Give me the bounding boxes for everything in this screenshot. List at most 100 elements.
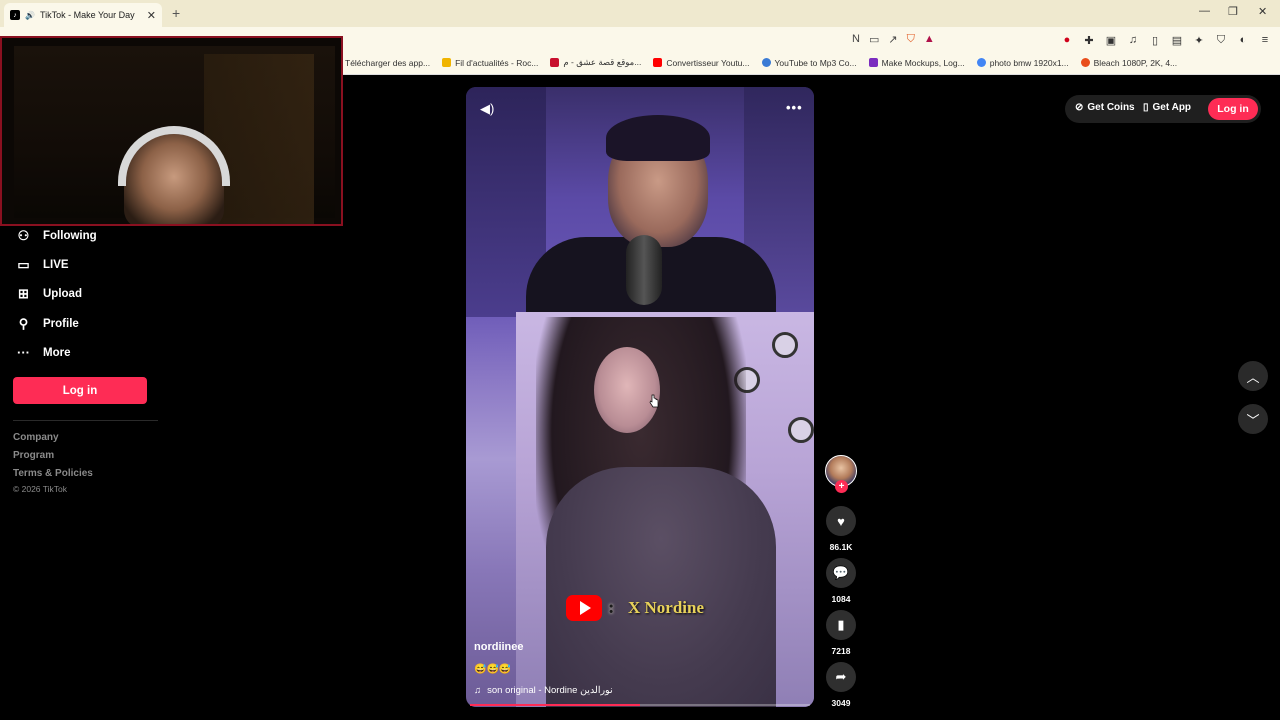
bookmark-icon: ▮ <box>837 617 845 632</box>
sidebar-icon[interactable]: ▯ <box>1148 33 1162 47</box>
coin-icon: ⊘ <box>1075 102 1084 113</box>
footer-link-terms[interactable]: Terms & Policies <box>13 468 93 479</box>
sidebar-item-profile[interactable]: ⚲ Profile <box>16 316 79 331</box>
close-window-button[interactable]: ✕ <box>1258 5 1267 18</box>
bookmark-item[interactable]: موقع قصة عشق - م... <box>550 57 641 68</box>
upload-icon: ⊞ <box>18 285 29 301</box>
browser-tabstrip <box>0 0 1280 27</box>
chevron-down-icon: ﹀ <box>1246 412 1260 428</box>
extension-icons: ● ✚ ▣ ♫ ▯ ▤ ✦ ⛉ ◐ ≡ <box>1060 33 1272 47</box>
get-app-label: Get App <box>1152 102 1192 113</box>
previous-video-button[interactable]: ︿ <box>1238 361 1268 391</box>
webcam-feed <box>14 46 335 224</box>
extension-icon[interactable]: ▣ <box>1104 33 1118 47</box>
sidebar-item-live[interactable]: ▭ LIVE <box>16 256 69 272</box>
heart-icon: ♥ <box>837 513 845 529</box>
phone-icon: ▯ <box>1143 102 1149 113</box>
tab-close-icon[interactable]: ✕ <box>147 9 156 22</box>
save-button[interactable]: ▮ <box>826 610 856 640</box>
sidebar-item-label: Profile <box>43 317 79 330</box>
video-scene-face <box>594 347 660 433</box>
more-options-icon[interactable]: ••• <box>786 100 803 115</box>
cast-icon[interactable]: ▭ <box>869 33 879 46</box>
share-arrow-icon: ➦ <box>835 669 847 684</box>
sidebar-item-label: Following <box>43 229 97 242</box>
comment-count: 1084 <box>831 594 851 604</box>
video-scene-clock <box>772 332 798 358</box>
sidebar-item-following[interactable]: ⚇ Following <box>16 228 97 243</box>
toolbar-actions: N ▭ ↗ ⛉ ▲ <box>852 33 935 46</box>
next-video-button[interactable]: ﹀ <box>1238 404 1268 434</box>
video-scene-microphone <box>626 235 662 305</box>
sidebar-item-label: Upload <box>43 287 82 300</box>
volume-icon[interactable]: ◀) <box>480 101 494 117</box>
more-icon: ··· <box>17 345 30 360</box>
new-tab-button[interactable]: + <box>172 5 180 21</box>
hand-cursor-icon <box>649 394 659 408</box>
vpn-icon[interactable]: ⛉ <box>1214 33 1228 47</box>
footer-link-program[interactable]: Program <box>13 450 54 461</box>
share-button[interactable]: ➦ <box>826 662 856 692</box>
overlay-channel-name: X Nordine <box>628 598 705 617</box>
overlay-colon: : <box>608 598 615 618</box>
video-scene-sweater <box>546 467 776 707</box>
sidebar-login-button[interactable]: Log in <box>13 377 147 404</box>
save-count: 7218 <box>831 646 851 656</box>
sidebar-item-more[interactable]: ··· More <box>16 345 70 360</box>
video-username[interactable]: nordiinee <box>474 641 524 653</box>
opera-icon[interactable]: ● <box>1060 33 1074 47</box>
comment-icon: 💬 <box>832 565 850 580</box>
sidebar-item-label: More <box>43 346 71 359</box>
menu-icon[interactable]: ≡ <box>1258 33 1272 47</box>
browser-tab[interactable]: ♪ 🔊 TikTok - Make Your Day ✕ <box>4 3 162 27</box>
profile-avatar-icon[interactable]: ◐ <box>1236 33 1250 47</box>
maximize-button[interactable]: ❐ <box>1228 5 1238 18</box>
brave-shield-icon[interactable]: ⛉ <box>907 33 915 46</box>
youtube-icon <box>566 595 602 621</box>
music-title: son original - Nordine نورالدين <box>487 685 613 696</box>
bookmark-item[interactable]: Convertisseur Youtu... <box>653 57 750 68</box>
live-icon: ▭ <box>17 256 30 272</box>
bookmark-item[interactable]: Fil d'actualités - Roc... <box>442 57 538 68</box>
get-coins-label: Get Coins <box>1087 102 1135 113</box>
like-button[interactable]: ♥ <box>826 506 856 536</box>
like-count: 86.1K <box>829 542 853 552</box>
bookmark-item[interactable]: Télécharger des app... <box>345 57 430 68</box>
share-count: 3049 <box>831 698 851 708</box>
follow-plus-icon[interactable]: + <box>835 480 848 493</box>
translate-icon[interactable]: N <box>852 33 860 46</box>
music-icon[interactable]: ♫ <box>1126 33 1140 47</box>
progress-fill <box>470 704 640 706</box>
leo-icon[interactable]: ✦ <box>1192 33 1206 47</box>
chevron-up-icon: ︿ <box>1246 369 1260 385</box>
brave-rewards-icon[interactable]: ▲ <box>924 33 935 46</box>
profile-icon: ⚲ <box>18 315 29 331</box>
sidebar-divider <box>13 420 158 421</box>
following-icon: ⚇ <box>17 227 30 243</box>
sidebar-item-label: LIVE <box>43 258 69 271</box>
webcam-overlay <box>0 36 343 226</box>
music-note-icon: ♫ <box>474 685 482 696</box>
wallet-icon[interactable]: ▤ <box>1170 33 1184 47</box>
tab-title: TikTok - Make Your Day <box>39 10 135 20</box>
copyright: © 2026 TikTok <box>13 484 67 494</box>
bookmark-item[interactable]: YouTube to Mp3 Co... <box>761 57 857 68</box>
bookmark-item[interactable]: photo bmw 1920x1... <box>976 57 1069 68</box>
video-scene-clock <box>788 417 814 443</box>
bookmark-item[interactable]: Make Mockups, Log... <box>868 57 965 68</box>
minimize-button[interactable]: — <box>1199 5 1210 17</box>
header-login-button[interactable]: Log in <box>1208 98 1258 120</box>
video-caption: 😅😅😅 <box>474 664 512 675</box>
sidebar-item-upload[interactable]: ⊞ Upload <box>16 286 82 301</box>
music-info[interactable]: ♫ son original - Nordine نورالدين <box>474 685 613 696</box>
get-coins-button[interactable]: ⊘ Get Coins <box>1075 102 1135 113</box>
comment-button[interactable]: 💬 <box>826 558 856 588</box>
get-app-button[interactable]: ▯ Get App <box>1143 102 1191 113</box>
video-scene-hair <box>606 115 710 161</box>
share-icon[interactable]: ↗ <box>888 33 897 46</box>
puzzle-icon[interactable]: ✚ <box>1082 33 1096 47</box>
tiktok-icon: ♪ <box>10 10 20 20</box>
bookmark-item[interactable]: Bleach 1080P, 2K, 4... <box>1080 57 1177 68</box>
bookmark-list: Télécharger des app... Fil d'actualités … <box>345 57 1177 68</box>
footer-link-company[interactable]: Company <box>13 432 59 443</box>
